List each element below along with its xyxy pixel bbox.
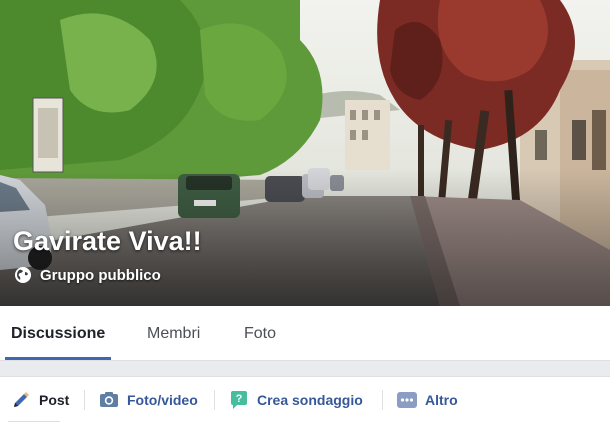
camera-icon (100, 391, 118, 407)
group-privacy: Gruppo pubblico (14, 266, 161, 284)
tab-label: Discussione (11, 325, 106, 342)
post-composer: Post Foto/video ? Crea sondaggio Altro (0, 376, 610, 432)
tab-label: Foto (244, 325, 277, 342)
composer-more-label: Altro (425, 391, 458, 408)
composer-create-poll-label: Crea sondaggio (257, 391, 363, 408)
composer-post-tab[interactable]: Post (11, 377, 69, 422)
composer-active-indicator (8, 421, 60, 422)
divider (214, 390, 215, 410)
group-cover-photo[interactable]: Gavirate Viva!! Gruppo pubblico (0, 0, 610, 306)
group-privacy-label: Gruppo pubblico (40, 266, 161, 284)
composer-post-label: Post (39, 391, 70, 408)
composer-more-button[interactable]: Altro (397, 377, 458, 422)
active-tab-indicator (5, 357, 112, 360)
more-dots-icon (397, 391, 417, 408)
tab-membri[interactable]: Membri (147, 306, 200, 360)
composer-photo-video-label: Foto/video (127, 391, 198, 408)
globe-icon (15, 267, 31, 283)
pencil-icon (14, 391, 29, 407)
group-tabs: Discussione Membri Foto (0, 306, 610, 361)
tab-label: Membri (147, 325, 201, 342)
composer-create-poll-button[interactable]: ? Crea sondaggio (229, 377, 363, 422)
cover-photo-street-scene (0, 0, 610, 306)
svg-text:?: ? (236, 393, 243, 405)
group-name[interactable]: Gavirate Viva!! (13, 226, 202, 257)
divider (382, 390, 383, 410)
composer-photo-video-button[interactable]: Foto/video (99, 377, 198, 422)
tab-discussione[interactable]: Discussione (5, 306, 112, 360)
poll-bubble-icon: ? (231, 390, 247, 409)
tab-foto[interactable]: Foto (244, 306, 276, 360)
divider (84, 390, 85, 410)
